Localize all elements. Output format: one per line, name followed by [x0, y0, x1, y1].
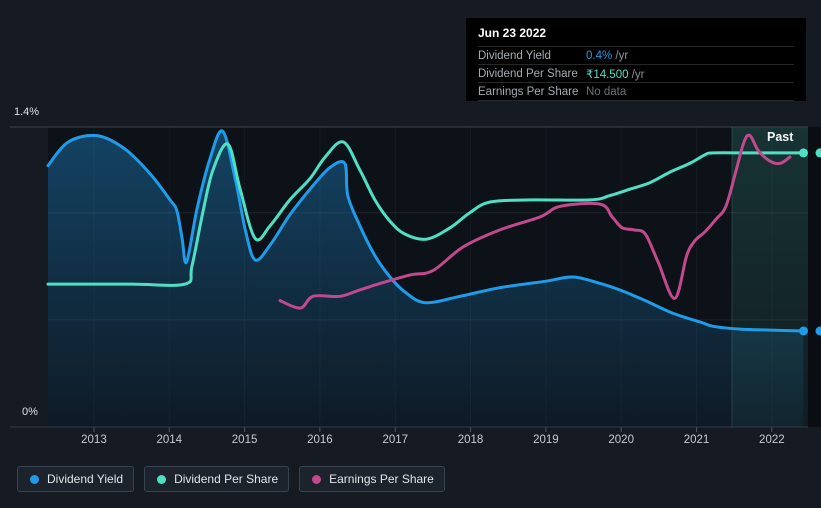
y-axis-max-label: 1.4%	[14, 106, 40, 118]
legend-item-dividend-per-share[interactable]: Dividend Per Share	[144, 466, 290, 492]
legend-label: Dividend Per Share	[174, 472, 279, 486]
x-axis-label: 2019	[533, 434, 559, 446]
legend-item-earnings-per-share[interactable]: Earnings Per Share	[299, 466, 445, 492]
x-axis-label: 2015	[232, 434, 258, 446]
x-axis-label: 2021	[684, 434, 710, 446]
past-region-label: Past	[767, 130, 794, 144]
tooltip-value: 0.4% /yr	[586, 49, 629, 62]
dividend-yield-dot-icon	[30, 474, 39, 484]
tooltip-label: Dividend Yield	[478, 49, 551, 62]
tooltip-row-dividend-per-share: Dividend Per Share ₹14.500 /yr	[478, 64, 794, 82]
y-axis-zero-label: 0%	[22, 406, 38, 418]
right-edge-strip	[808, 127, 821, 427]
past-region	[731, 127, 808, 427]
legend-label: Dividend Yield	[47, 472, 124, 486]
dividend-per-share-dot-icon	[157, 474, 167, 484]
tooltip-row-dividend-yield: Dividend Yield 0.4% /yr	[478, 46, 794, 64]
tooltip-label: Dividend Per Share	[478, 67, 578, 80]
chart-legend: Dividend Yield Dividend Per Share Earnin…	[17, 466, 445, 492]
tooltip-label: Earnings Per Share	[478, 85, 579, 98]
tooltip-value: No data	[586, 85, 627, 98]
legend-item-dividend-yield[interactable]: Dividend Yield	[17, 466, 135, 492]
x-axis-label: 2018	[458, 434, 484, 446]
x-axis-label: 2014	[156, 434, 182, 446]
dividend-history-panel: 2013 2014 2015 2016 2017 2018 2019 2020 2021 2022…	[0, 0, 821, 508]
earnings-per-share-dot-icon	[312, 474, 322, 484]
x-axis-label: 2017	[382, 434, 408, 446]
tooltip-value: ₹14.500 /yr	[586, 68, 645, 81]
series-end-dot	[799, 326, 808, 336]
series-end-dot	[799, 148, 808, 158]
tooltip-row-earnings-per-share: Earnings Per Share No data	[478, 82, 794, 101]
x-axis-label: 2016	[307, 434, 333, 446]
x-axis-label: 2020	[608, 434, 634, 446]
x-axis-label: 2022	[759, 434, 785, 446]
x-axis-label: 2013	[81, 434, 107, 446]
legend-label: Earnings Per Share	[329, 472, 434, 486]
tooltip-date: Jun 23 2022	[478, 26, 547, 40]
chart-tooltip: Jun 23 2022 Dividend Yield 0.4% /yr Divi…	[466, 18, 806, 101]
